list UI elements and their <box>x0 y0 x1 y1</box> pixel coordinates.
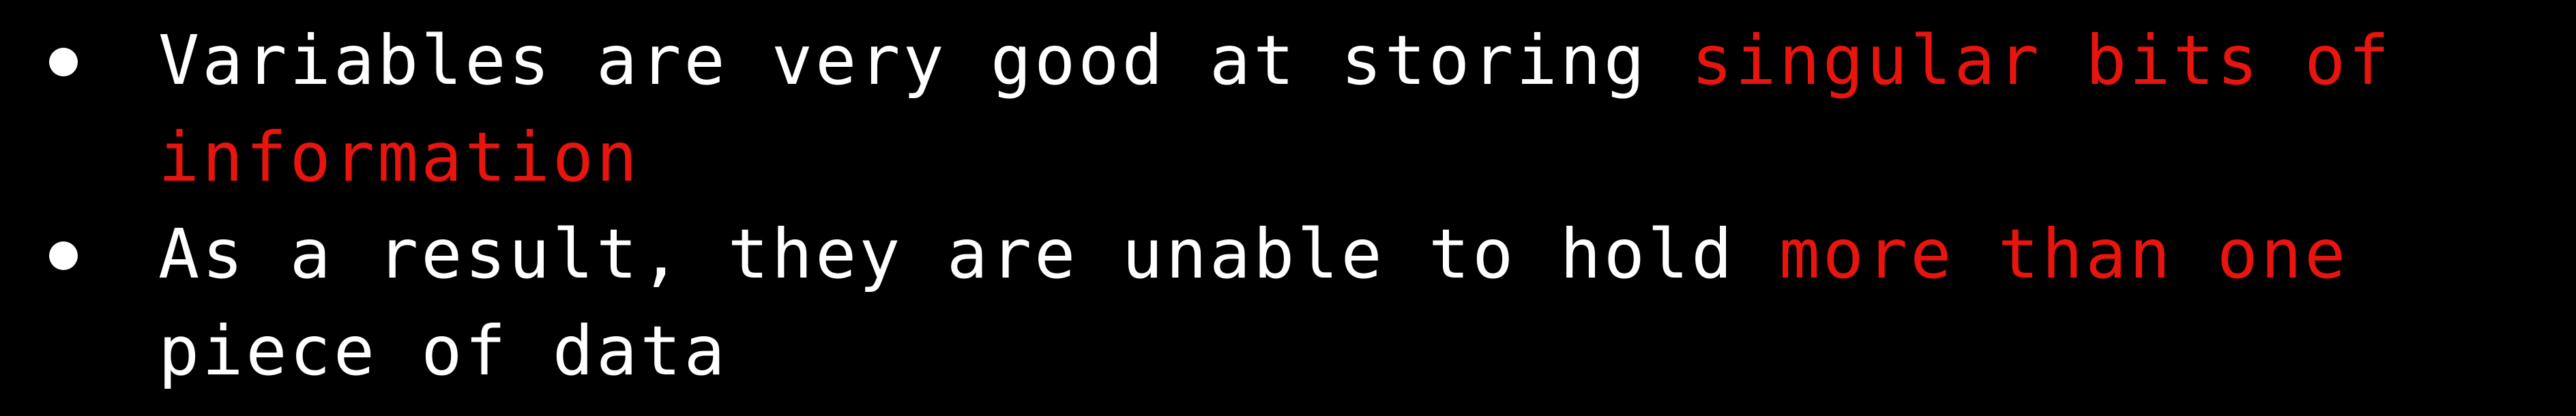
bullet-text-end: piece of data <box>158 311 728 391</box>
bullet-item-result: As a result, they are unable to hold mor… <box>35 206 2560 400</box>
bullet-list: Variables are very good at storing singu… <box>35 12 2560 400</box>
slide: Variables are very good at storing singu… <box>0 0 2576 416</box>
bullet-text: As a result, they are unable to hold <box>158 214 1779 294</box>
bullet-dot-icon <box>49 48 78 76</box>
highlighted-text: more than one <box>1779 214 2349 294</box>
bullet-dot-icon <box>49 241 78 270</box>
bullet-item-variables: Variables are very good at storing singu… <box>35 12 2560 206</box>
bullet-text: Variables are very good at storing <box>158 20 1692 100</box>
